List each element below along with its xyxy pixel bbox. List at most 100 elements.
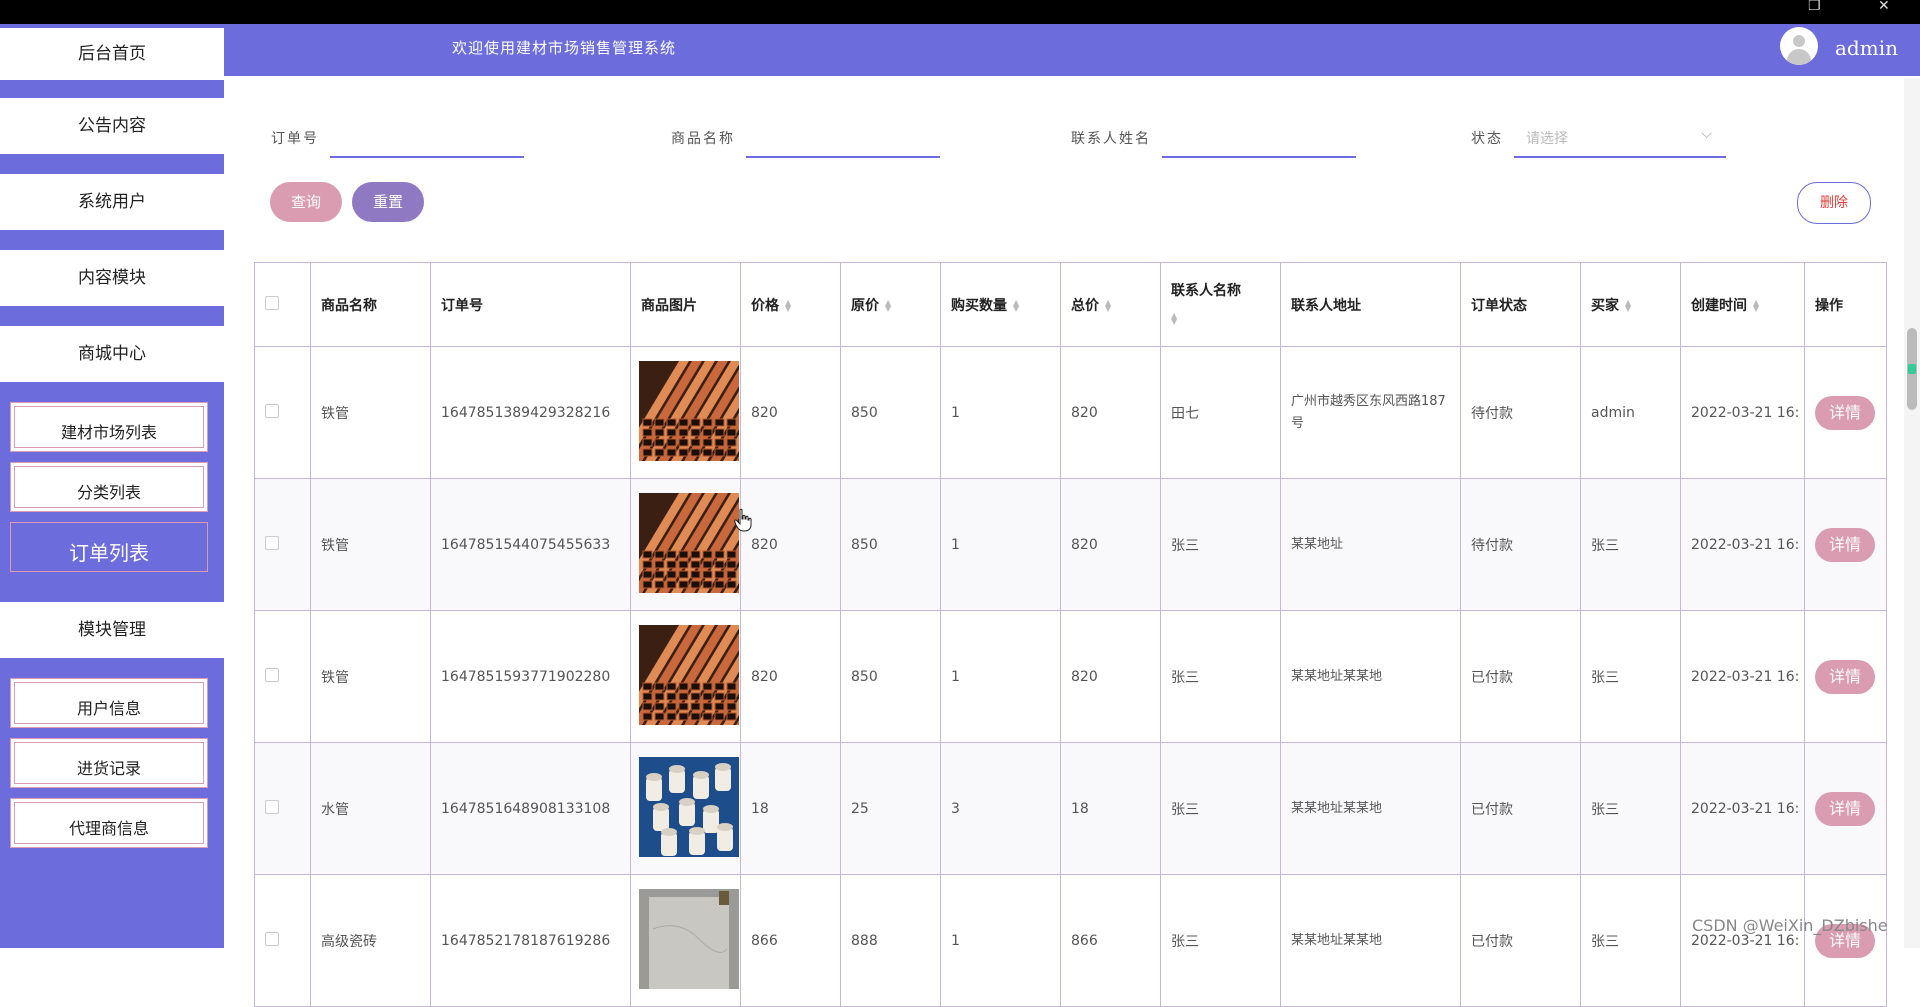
product-name-label: 商品名称 xyxy=(671,131,735,147)
status-cell: 已付款 xyxy=(1460,874,1581,1007)
query-button[interactable]: 查询 xyxy=(270,182,342,222)
total-cell: 820 xyxy=(1060,610,1161,743)
sidebar-item-notice[interactable]: 公告内容 xyxy=(0,98,224,154)
username[interactable]: admin xyxy=(1835,24,1898,72)
status-cell: 待付款 xyxy=(1460,478,1581,611)
sidebar-item-label: 建材市场列表 xyxy=(14,406,204,448)
action-cell: 详情 xyxy=(1804,610,1887,743)
sort-icon[interactable]: ▲ ▼ xyxy=(1171,311,1177,325)
select-all-checkbox[interactable] xyxy=(265,295,279,310)
row-checkbox[interactable] xyxy=(265,931,279,946)
delete-button[interactable]: 删除 xyxy=(1797,182,1871,224)
quantity-cell: 1 xyxy=(940,478,1061,611)
hand-cursor-icon xyxy=(734,508,752,532)
col-header: 商品名称 xyxy=(310,262,431,347)
contact-name-label: 联系人姓名 xyxy=(1071,131,1151,147)
col-header: 联系人地址 xyxy=(1280,262,1461,347)
sidebar-item-user-info[interactable]: 用户信息 xyxy=(10,678,208,728)
col-header-sortable[interactable]: 创建时间 ▲ ▼ xyxy=(1680,262,1805,347)
sidebar-item-system-users[interactable]: 系统用户 xyxy=(0,174,224,230)
product-name-input[interactable] xyxy=(746,118,940,158)
copper-pipes-image xyxy=(631,624,740,725)
window-titlebar: ❐ ✕ xyxy=(0,0,1920,24)
contact-cell: 张三 xyxy=(1160,610,1281,743)
sidebar-item-label: 订单列表 xyxy=(14,526,204,568)
sidebar-item-category-list[interactable]: 分类列表 xyxy=(10,462,208,512)
sidebar: 后台首页 公告内容 系统用户 内容模块 商城中心 建材市场列表 分类列表 订单列… xyxy=(0,24,224,948)
col-header-label: 购买数量 xyxy=(951,297,1007,314)
sort-icon[interactable]: ▲ ▼ xyxy=(785,298,791,312)
product-name-cell: 水管 xyxy=(310,742,431,875)
row-select-cell xyxy=(254,742,311,875)
status-select[interactable]: 请选择 ⌵ xyxy=(1514,118,1726,158)
sidebar-item-home[interactable]: 后台首页 xyxy=(0,28,224,80)
col-header: 订单号 xyxy=(430,262,631,347)
page-scrollbar[interactable] xyxy=(1904,78,1920,948)
scrollbar-thumb[interactable] xyxy=(1907,328,1917,410)
product-name-cell: 高级瓷砖 xyxy=(310,874,431,1007)
detail-button[interactable]: 详情 xyxy=(1815,395,1875,430)
row-select-cell xyxy=(254,874,311,1007)
sidebar-item-mall-center[interactable]: 商城中心 xyxy=(0,326,224,382)
detail-button[interactable]: 详情 xyxy=(1815,659,1875,694)
sidebar-item-order-list[interactable]: 订单列表 xyxy=(10,522,208,572)
detail-button[interactable]: 详情 xyxy=(1815,527,1875,562)
buyer-cell: 张三 xyxy=(1580,610,1681,743)
row-checkbox[interactable] xyxy=(265,667,279,682)
row-select-cell xyxy=(254,610,311,743)
buyer-cell: admin xyxy=(1580,346,1681,479)
col-header-sortable[interactable]: 买家 ▲ ▼ xyxy=(1580,262,1681,347)
col-header-sortable[interactable]: 价格 ▲ ▼ xyxy=(740,262,841,347)
col-header-label: 创建时间 xyxy=(1691,297,1747,314)
sidebar-item-market-list[interactable]: 建材市场列表 xyxy=(10,402,208,452)
col-header-sortable[interactable]: 联系人名称 ▲ ▼ xyxy=(1160,262,1281,347)
quantity-cell: 1 xyxy=(940,610,1061,743)
col-header-label: 原价 xyxy=(851,297,879,314)
sidebar-item-label: 代理商信息 xyxy=(14,802,204,844)
sort-icon[interactable]: ▲ ▼ xyxy=(1013,298,1019,312)
top-header: 欢迎使用建材市场销售管理系统 admin xyxy=(224,24,1920,76)
avatar[interactable] xyxy=(1780,27,1818,65)
col-header-sortable[interactable]: 购买数量 ▲ ▼ xyxy=(940,262,1061,347)
product-image-cell xyxy=(630,742,741,875)
user-icon-body xyxy=(1787,49,1811,65)
row-checkbox[interactable] xyxy=(265,403,279,418)
product-image-cell xyxy=(630,346,741,479)
sort-icon[interactable]: ▲ ▼ xyxy=(1753,298,1759,312)
table-row: 铁管 1647851544075455633 820 850 1 820 张三 某某地址 待付款… xyxy=(254,478,1887,611)
row-checkbox[interactable] xyxy=(265,799,279,814)
col-header: 订单状态 xyxy=(1460,262,1581,347)
sort-icon[interactable]: ▲ ▼ xyxy=(1625,298,1631,312)
created-cell: 2022-03-21 16: xyxy=(1680,874,1805,1007)
sort-icon[interactable]: ▲ ▼ xyxy=(885,298,891,312)
welcome-text: 欢迎使用建材市场销售管理系统 xyxy=(452,39,677,57)
reset-button[interactable]: 重置 xyxy=(352,182,424,222)
pipe-fittings-image xyxy=(639,756,739,857)
order-no-input[interactable] xyxy=(330,118,524,158)
sidebar-item-module-management[interactable]: 模块管理 xyxy=(0,602,224,658)
sidebar-item-purchase-records[interactable]: 进货记录 xyxy=(10,738,208,788)
product-name-cell: 铁管 xyxy=(310,346,431,479)
sort-icon[interactable]: ▲ ▼ xyxy=(1105,298,1111,312)
quantity-cell: 3 xyxy=(940,742,1061,875)
total-cell: 866 xyxy=(1060,874,1161,1007)
table-header-row: 商品名称 订单号 商品图片 价格 ▲ ▼ 原价 ▲ ▼ 购买数量 ▲ ▼ 总价 ▲ ▼ 联系人名… xyxy=(254,262,1887,347)
col-header-sortable[interactable]: 总价 ▲ ▼ xyxy=(1060,262,1161,347)
buyer-cell: 张三 xyxy=(1580,478,1681,611)
product-name-cell: 铁管 xyxy=(310,610,431,743)
col-header-label: 价格 xyxy=(751,297,779,314)
col-header-label: 总价 xyxy=(1071,297,1099,314)
product-image-cell xyxy=(630,610,741,743)
quantity-cell: 1 xyxy=(940,874,1061,1007)
order-no-cell: 1647851593771902280 xyxy=(430,610,631,743)
total-cell: 820 xyxy=(1060,478,1161,611)
restore-icon[interactable]: ❐ xyxy=(1808,0,1821,13)
sidebar-item-content-module[interactable]: 内容模块 xyxy=(0,250,224,306)
contact-name-input[interactable] xyxy=(1162,118,1356,158)
col-header-sortable[interactable]: 原价 ▲ ▼ xyxy=(840,262,941,347)
sidebar-item-agent-info[interactable]: 代理商信息 xyxy=(10,798,208,848)
close-icon[interactable]: ✕ xyxy=(1878,0,1890,13)
row-checkbox[interactable] xyxy=(265,535,279,550)
detail-button[interactable]: 详情 xyxy=(1815,791,1875,826)
status-cell: 已付款 xyxy=(1460,610,1581,743)
